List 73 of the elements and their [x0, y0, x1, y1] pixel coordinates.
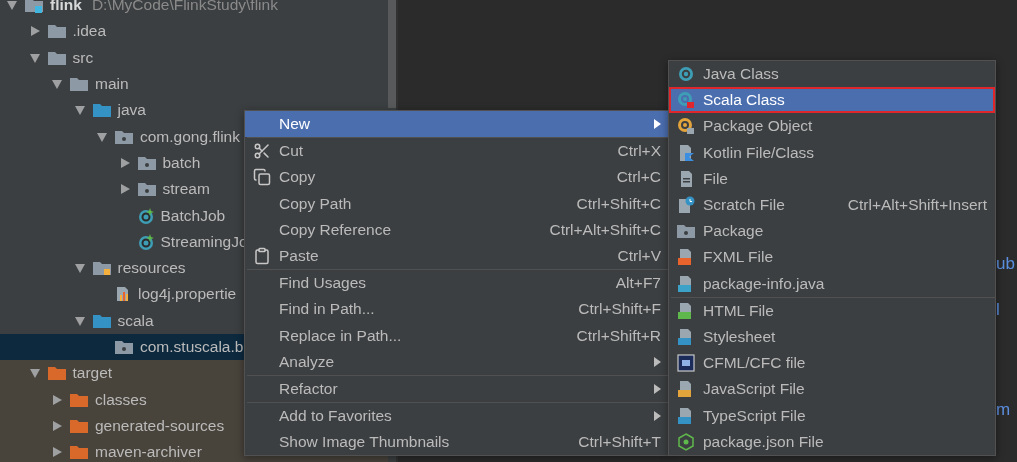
folder-icon: [46, 23, 67, 40]
folder-icon: [69, 444, 89, 461]
resources-folder-icon: [91, 260, 112, 277]
menu-item[interactable]: JavaScript File: [669, 376, 995, 403]
expanded-arrow-icon[interactable]: [73, 104, 86, 117]
collapsed-arrow-icon[interactable]: [28, 25, 41, 38]
folder-icon: [46, 49, 67, 66]
kotlin-file-icon: [677, 143, 695, 162]
package-icon: [136, 154, 157, 171]
menu-item[interactable]: Scala Class: [669, 87, 995, 114]
menu-item[interactable]: Package: [669, 218, 995, 245]
menu-item[interactable]: File: [669, 165, 995, 192]
expanded-arrow-icon[interactable]: [73, 314, 86, 327]
menu-item[interactable]: CFML/CFC file: [669, 350, 995, 377]
folder-icon: [69, 391, 89, 408]
menu-item[interactable]: FXML File: [669, 244, 995, 271]
menu-item[interactable]: Cut Ctrl+X: [245, 138, 669, 165]
collapsed-arrow-icon[interactable]: [118, 183, 131, 196]
code-text: l: [996, 300, 1000, 320]
copy-icon: [253, 168, 271, 187]
expanded-arrow-icon[interactable]: [6, 0, 18, 12]
expanded-arrow-icon[interactable]: [28, 367, 41, 380]
menu-item[interactable]: Kotlin File/Class: [669, 139, 995, 166]
menu-item[interactable]: package-info.java: [669, 270, 995, 297]
tree-item[interactable]: src: [0, 44, 388, 71]
scrollbar-thumb[interactable]: [388, 0, 396, 108]
hexagon-icon: [677, 432, 695, 451]
expanded-arrow-icon[interactable]: [73, 262, 86, 275]
menu-item[interactable]: Java Class: [669, 61, 995, 88]
menu-item[interactable]: Stylesheet: [669, 323, 995, 351]
menu-item[interactable]: TypeScript File: [669, 402, 995, 429]
menu-item[interactable]: Find in Path... Ctrl+Shift+F: [245, 296, 669, 323]
cfml-file-icon: [677, 354, 695, 373]
code-text: ub: [996, 254, 1015, 274]
package-icon: [114, 128, 134, 145]
menu-item[interactable]: Copy Path Ctrl+Shift+C: [245, 190, 669, 217]
folder-icon: [91, 312, 112, 329]
class-icon: [677, 91, 695, 110]
menu-item[interactable]: Find Usages Alt+F7: [245, 270, 669, 297]
menu-item[interactable]: package.json File: [669, 428, 995, 455]
expanded-arrow-icon[interactable]: [28, 51, 41, 64]
package-icon: [114, 339, 134, 355]
class-icon: [136, 206, 155, 225]
package-icon: [136, 181, 157, 198]
collapsed-arrow-icon[interactable]: [51, 419, 63, 432]
scissors-icon: [253, 142, 271, 161]
folder-icon: [91, 102, 112, 119]
collapsed-arrow-icon[interactable]: [118, 156, 131, 169]
class-icon: [136, 232, 155, 251]
menu-item[interactable]: New: [245, 111, 669, 138]
folder-icon: [46, 365, 67, 382]
menu-item[interactable]: Copy Ctrl+C: [245, 164, 669, 191]
tree-item[interactable]: main: [0, 70, 388, 98]
collapsed-arrow-icon[interactable]: [51, 446, 63, 459]
menu-item[interactable]: HTML File: [669, 297, 995, 324]
expanded-arrow-icon[interactable]: [96, 130, 108, 143]
code-text: m: [996, 400, 1011, 420]
scratch-file-icon: [677, 196, 695, 215]
menu-item[interactable]: Refactor: [245, 375, 669, 403]
menu-item[interactable]: Scratch File Ctrl+Alt+Shift+Insert: [669, 191, 995, 219]
menu-item[interactable]: Paste Ctrl+V: [245, 242, 669, 270]
expanded-arrow-icon[interactable]: [51, 78, 63, 91]
collapsed-arrow-icon[interactable]: [51, 393, 63, 406]
folder-icon: [69, 76, 89, 93]
module-folder-icon: [24, 0, 44, 14]
folder-icon: [69, 417, 89, 434]
package-icon: [676, 223, 696, 240]
object-icon: [677, 117, 695, 136]
menu-item[interactable]: Copy Reference Ctrl+Alt+Shift+C: [245, 216, 669, 243]
tree-item[interactable]: .idea: [0, 18, 388, 45]
menu-item[interactable]: Package Object: [669, 113, 995, 140]
class-icon: [677, 65, 695, 84]
clipboard-icon: [253, 247, 271, 266]
